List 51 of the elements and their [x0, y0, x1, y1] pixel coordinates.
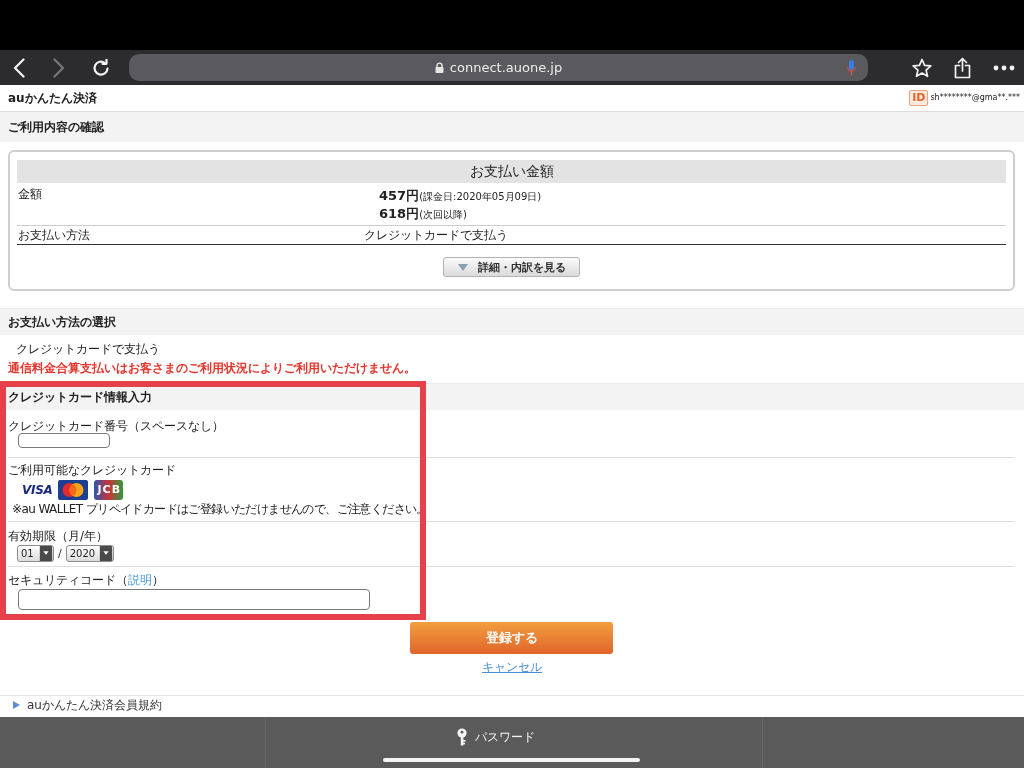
card-logo-icon	[58, 480, 89, 500]
amount-note: (課金日:2020年05月09日)	[419, 190, 542, 204]
field-label: クレジットカード番号（スペースなし）	[8, 419, 224, 433]
site-logo: auかんたん決済	[8, 90, 97, 106]
caret-down-icon	[39, 546, 53, 561]
back-button[interactable]	[12, 57, 26, 78]
terms-link[interactable]: auかんたん決済会員規約	[27, 698, 162, 712]
row-value: クレジットカードで支払う	[364, 227, 508, 243]
more-button[interactable]	[993, 64, 1015, 71]
card-logo: VISA	[22, 483, 53, 497]
note-text: ※au WALLET プリペイドカードはご登録いただけませんので、ご注意ください。	[12, 502, 428, 516]
chevron-right-icon	[52, 57, 66, 78]
reload-icon	[92, 58, 110, 77]
amount-value: 457円	[379, 187, 420, 204]
field-label: 有効期限（月/年）	[8, 529, 109, 543]
share-icon	[954, 56, 971, 79]
id-badge: ID	[909, 90, 929, 106]
password-button[interactable]: パスワード	[457, 728, 535, 746]
bookmark-button[interactable]	[912, 57, 932, 78]
year-select[interactable]: 2020	[65, 545, 114, 562]
ellipsis-icon	[993, 64, 1015, 71]
field-label: ご利用可能なクレジットカード	[8, 463, 176, 477]
date-separator: /	[58, 547, 62, 560]
caret-down-icon	[98, 546, 113, 561]
row-label: 金額	[18, 187, 42, 202]
star-icon	[912, 57, 932, 78]
cancel-link[interactable]: キャンセル	[482, 660, 542, 674]
security-code-field[interactable]	[18, 589, 370, 610]
caret-down-icon	[457, 263, 468, 271]
share-button[interactable]	[954, 56, 971, 79]
reload-button[interactable]	[92, 58, 110, 77]
card-logo: JCB	[94, 480, 124, 500]
payment-option: クレジットカードで支払う	[0, 342, 160, 357]
section-header: お支払い方法の選択	[0, 308, 1024, 335]
url-text: connect.auone.jp	[449, 59, 563, 76]
account-id: sh********@gma**.***	[930, 93, 1020, 103]
key-icon	[457, 728, 467, 746]
row-label: お支払い方法	[18, 227, 90, 243]
warning-text: 通信料金合算支払いはお客さまのご利用状況によりご利用いただけません。	[7, 361, 416, 376]
chevron-left-icon	[12, 57, 26, 78]
card-title: お支払い金額	[17, 160, 1006, 183]
lock-icon	[434, 62, 444, 73]
details-button[interactable]: 詳細・内訳を見る	[443, 257, 580, 277]
triangle-right-icon	[13, 701, 20, 709]
address-bar[interactable]: connect.auone.jp	[129, 54, 868, 81]
field-label: セキュリティコード（説明）	[8, 573, 164, 587]
card-number-field[interactable]	[18, 433, 110, 448]
section-header: ご利用内容の確認	[0, 112, 1024, 142]
month-select[interactable]: 01	[17, 545, 54, 562]
amount-note: (次回以降)	[419, 208, 467, 222]
amount-value: 618円	[379, 205, 420, 222]
